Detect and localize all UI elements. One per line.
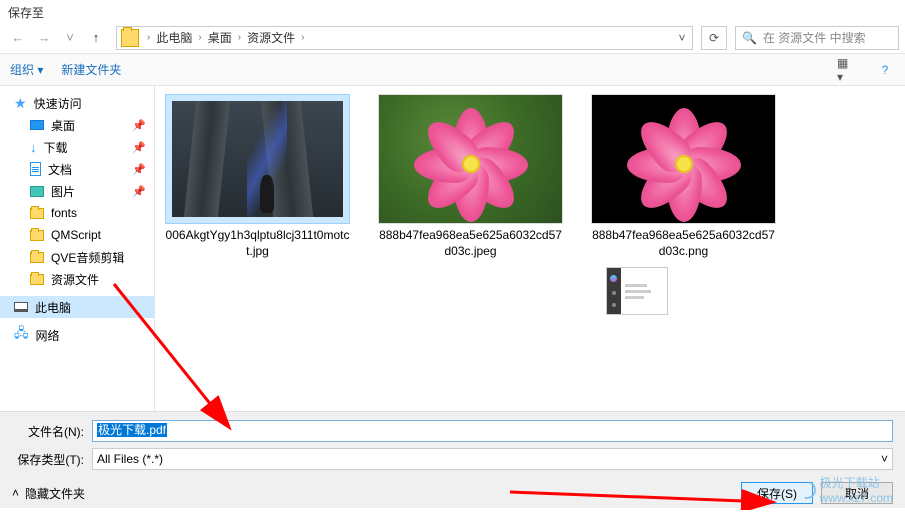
pc-icon [14,302,28,312]
hide-folders-toggle[interactable]: ˄ 隐藏文件夹 [12,485,85,502]
back-button[interactable]: ← [6,26,30,50]
thumbnail-preview [172,101,343,217]
filename-input[interactable]: 极光下载.pdf [92,420,893,442]
up-button[interactable]: ↑ [84,26,108,50]
thumbnail-preview [621,268,667,314]
file-name: 006AkgtYgy1h3qlptu8lcj311t0motct.jpg [165,228,350,259]
sidebar: ★ 快速访问 桌面 📌 ↓ 下载 📌 文档 📌 图片 📌 fonts [0,86,155,411]
network-icon: 🖧 [14,324,29,346]
sidebar-item-downloads[interactable]: ↓ 下载 📌 [0,136,154,158]
thumbnail-preview [379,95,562,223]
search-placeholder: 在 资源文件 中搜索 [763,29,866,46]
breadcrumb-dropdown-icon[interactable]: ˅ [672,31,692,45]
filename-label: 文件名(N): [12,423,84,440]
dialog-footer: 文件名(N): 极光下载.pdf 保存类型(T): All Files (*.*… [0,411,905,508]
chevron-right-icon[interactable]: › [232,32,247,43]
sidebar-item-pictures[interactable]: 图片 📌 [0,180,154,202]
cancel-button[interactable]: 取消 [821,482,893,504]
sidebar-item-documents[interactable]: 文档 📌 [0,158,154,180]
pictures-icon [30,186,44,197]
folder-icon [30,274,44,285]
filename-value: 极光下载.pdf [97,423,167,437]
file-grid: 006AkgtYgy1h3qlptu8lcj311t0motct.jpg 888… [155,86,905,411]
forward-button[interactable]: → [32,26,56,50]
thumbnail-preview [607,268,621,314]
file-item-partial[interactable] [606,267,668,315]
chevron-right-icon[interactable]: › [141,32,156,43]
breadcrumb[interactable]: › 此电脑 › 桌面 › 资源文件 › ˅ [116,26,693,50]
folder-icon [30,252,44,263]
folder-icon [121,29,139,47]
chevron-right-icon[interactable]: › [295,32,310,43]
desktop-icon [30,120,44,130]
folder-icon [30,230,44,241]
chevron-right-icon[interactable]: › [192,32,207,43]
sidebar-item-folder[interactable]: QVE音频剪辑 [0,246,154,268]
sidebar-quick-access[interactable]: ★ 快速访问 [0,92,154,114]
breadcrumb-item[interactable]: 资源文件 [247,29,295,46]
breadcrumb-item[interactable]: 桌面 [208,29,232,46]
file-name: 888b47fea968ea5e625a6032cd57d03c.jpeg [378,228,563,259]
file-item[interactable]: 006AkgtYgy1h3qlptu8lcj311t0motct.jpg [165,94,350,259]
navigation-bar: ← → ˅ ↑ › 此电脑 › 桌面 › 资源文件 › ˅ ⟳ 🔍 在 资源文件… [0,22,905,54]
pin-icon: 📌 [132,119,146,132]
folder-icon [30,208,44,219]
filetype-label: 保存类型(T): [12,451,84,468]
refresh-button[interactable]: ⟳ [701,26,727,50]
file-name: 888b47fea968ea5e625a6032cd57d03c.png [591,228,776,259]
sidebar-item-desktop[interactable]: 桌面 📌 [0,114,154,136]
download-icon: ↓ [30,140,37,155]
toolbar: 组织 ▾ 新建文件夹 ▦ ▾ ? [0,54,905,86]
thumbnail-preview [592,95,775,223]
sidebar-item-this-pc[interactable]: 此电脑 [0,296,154,318]
window-title: 保存至 [0,0,905,22]
pin-icon: 📌 [132,185,146,198]
organize-menu[interactable]: 组织 ▾ [10,61,43,78]
sidebar-item-folder[interactable]: QMScript [0,224,154,246]
filetype-value: All Files (*.*) [97,452,163,466]
filetype-select[interactable]: All Files (*.*) ˅ [92,448,893,470]
save-button[interactable]: 保存(S) [741,482,813,504]
chevron-down-icon: ˅ [881,452,888,466]
recent-dropdown-icon[interactable]: ˅ [58,26,82,50]
pin-icon: 📌 [132,141,146,154]
pin-icon: 📌 [132,163,146,176]
sidebar-item-network[interactable]: 🖧 网络 [0,324,154,346]
search-icon: 🔍 [742,31,757,45]
search-input[interactable]: 🔍 在 资源文件 中搜索 [735,26,899,50]
star-icon: ★ [14,95,27,112]
file-item[interactable]: 888b47fea968ea5e625a6032cd57d03c.png [591,94,776,259]
sidebar-item-folder[interactable]: 资源文件 [0,268,154,290]
chevron-up-icon: ˄ [12,486,19,500]
breadcrumb-root[interactable]: 此电脑 [156,29,192,46]
refresh-icon: ⟳ [709,31,719,45]
help-button[interactable]: ? [875,60,895,80]
document-icon [30,162,41,176]
sidebar-item-folder[interactable]: fonts [0,202,154,224]
new-folder-button[interactable]: 新建文件夹 [61,61,121,78]
file-item[interactable]: 888b47fea968ea5e625a6032cd57d03c.jpeg [378,94,563,259]
view-mode-button[interactable]: ▦ ▾ [837,60,857,80]
